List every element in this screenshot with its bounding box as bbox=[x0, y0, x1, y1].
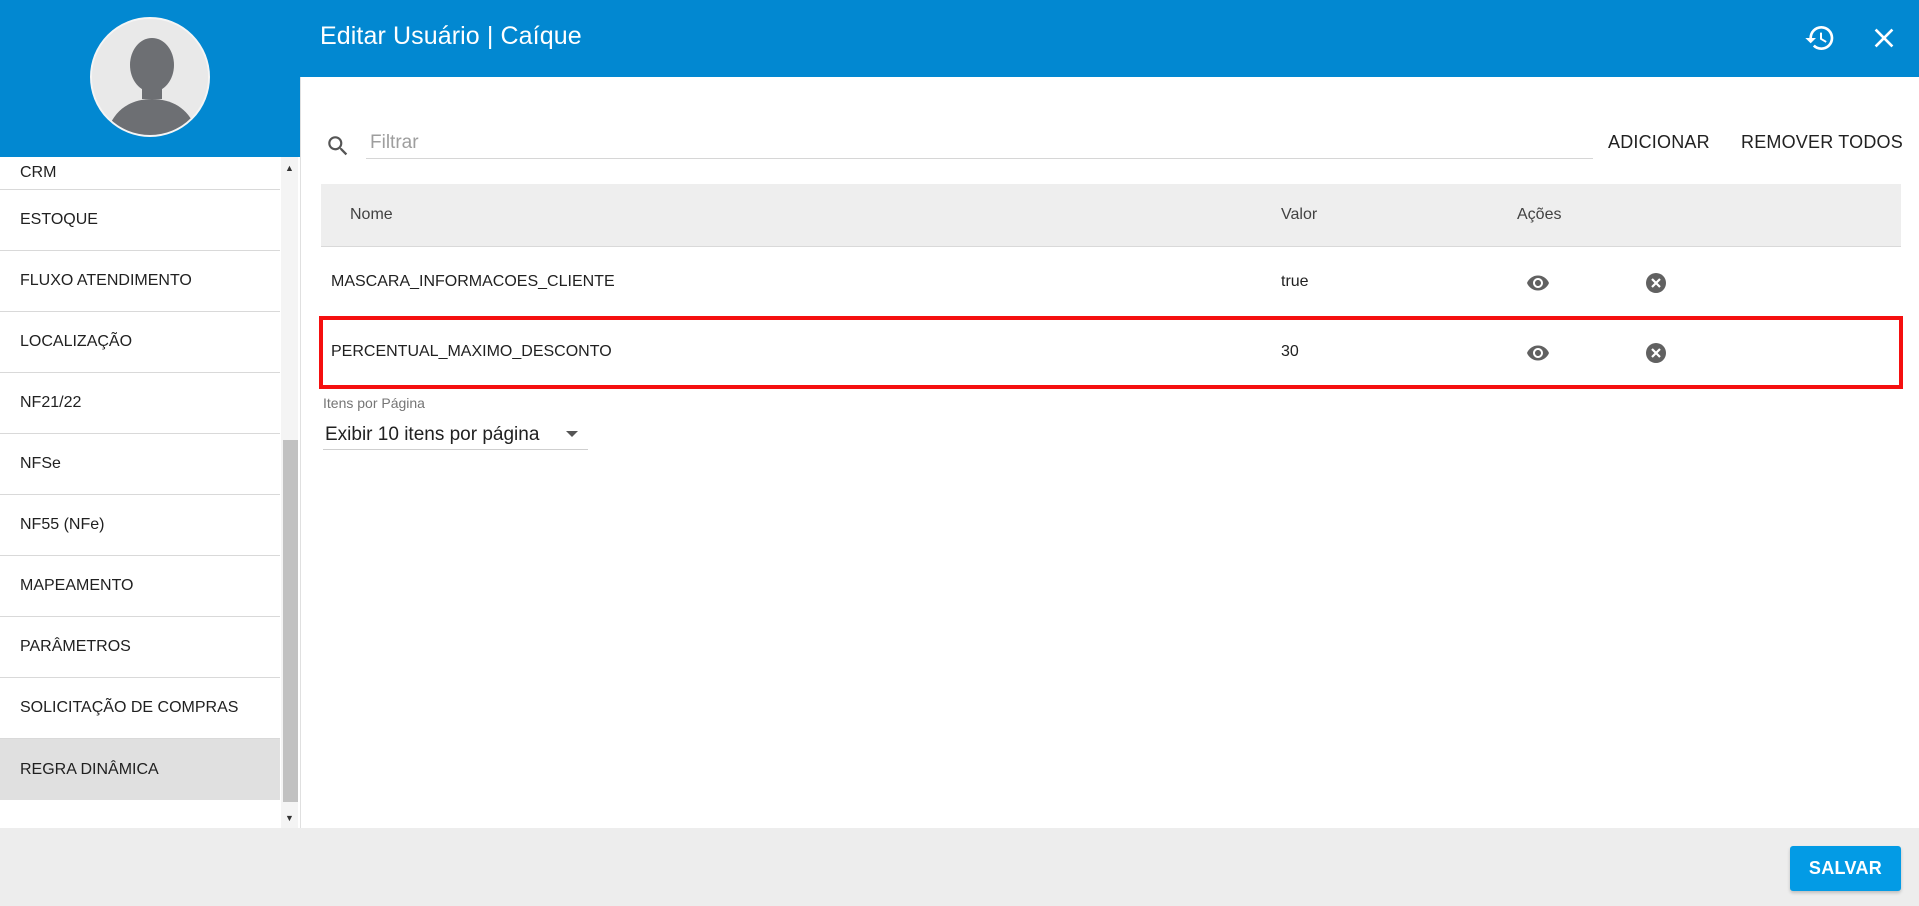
sidebar-item-regra-dinamica[interactable]: REGRA DINÂMICA bbox=[0, 739, 280, 800]
column-header-value[interactable]: Valor bbox=[1281, 206, 1317, 224]
remove-circle-icon[interactable] bbox=[1643, 271, 1669, 295]
sidebar-item-label: NF21/22 bbox=[20, 394, 82, 411]
sidebar-item-crm[interactable]: CRM bbox=[0, 157, 280, 190]
row-name: MASCARA_INFORMACOES_CLIENTE bbox=[331, 273, 615, 290]
sidebar-item-label: CRM bbox=[20, 164, 57, 181]
chevron-down-icon bbox=[566, 431, 578, 437]
eye-icon[interactable] bbox=[1525, 341, 1551, 365]
scroll-up-arrow-icon[interactable]: ▲ bbox=[281, 159, 298, 176]
table-row[interactable]: MASCARA_INFORMACOES_CLIENTE true bbox=[321, 247, 1901, 317]
sidebar-header bbox=[0, 0, 300, 157]
scroll-down-arrow-icon[interactable]: ▼ bbox=[281, 809, 298, 826]
sidebar-item-parametros[interactable]: PARÂMETROS bbox=[0, 617, 280, 678]
sidebar-item-localizacao[interactable]: LOCALIZAÇÃO bbox=[0, 312, 280, 373]
sidebar-item-label: REGRA DINÂMICA bbox=[20, 760, 159, 778]
table-header: Nome Valor Ações bbox=[321, 184, 1901, 247]
column-header-name[interactable]: Nome bbox=[350, 206, 393, 224]
table-row[interactable]: PERCENTUAL_MAXIMO_DESCONTO 30 bbox=[321, 317, 1901, 387]
items-per-page-value: Exibir 10 itens por página bbox=[325, 424, 540, 445]
sidebar-item-nf55[interactable]: NF55 (NFe) bbox=[0, 495, 280, 556]
column-header-actions: Ações bbox=[1517, 206, 1562, 223]
sidebar-item-label: ESTOQUE bbox=[20, 211, 98, 228]
close-icon[interactable] bbox=[1868, 22, 1900, 54]
user-avatar-icon[interactable] bbox=[90, 17, 210, 137]
rules-table: Nome Valor Ações MASCARA_INFORMACOES_CLI… bbox=[321, 184, 1901, 387]
save-button[interactable]: SALVAR bbox=[1790, 846, 1901, 891]
history-icon[interactable] bbox=[1804, 22, 1836, 54]
sidebar-item-nf21-22[interactable]: NF21/22 bbox=[0, 373, 280, 434]
sidebar-item-label: SOLICITAÇÃO DE COMPRAS bbox=[20, 699, 239, 716]
sidebar-list: CRM ESTOQUE FLUXO ATENDIMENTO LOCALIZAÇÃ… bbox=[0, 157, 280, 800]
sidebar-item-solicitacao-compras[interactable]: SOLICITAÇÃO DE COMPRAS bbox=[0, 678, 280, 739]
sidebar-item-label: NFSe bbox=[20, 455, 61, 472]
footer: SALVAR bbox=[0, 828, 1919, 906]
sidebar-item-fluxo-atendimento[interactable]: FLUXO ATENDIMENTO bbox=[0, 251, 280, 312]
sidebar: CRM ESTOQUE FLUXO ATENDIMENTO LOCALIZAÇÃ… bbox=[0, 157, 300, 828]
row-value: true bbox=[1281, 273, 1309, 290]
eye-icon[interactable] bbox=[1525, 271, 1551, 295]
main-content: ADICIONAR REMOVER TODOS Nome Valor Ações… bbox=[301, 77, 1919, 828]
items-per-page-label: Itens por Página bbox=[323, 395, 425, 411]
filter-input[interactable] bbox=[366, 127, 1593, 159]
sidebar-item-nfse[interactable]: NFSe bbox=[0, 434, 280, 495]
row-name: PERCENTUAL_MAXIMO_DESCONTO bbox=[331, 343, 612, 360]
items-per-page-select[interactable]: Exibir 10 itens por página bbox=[323, 417, 588, 450]
sidebar-scrollbar[interactable]: ▲ ▼ bbox=[281, 157, 298, 828]
sidebar-item-label: LOCALIZAÇÃO bbox=[20, 333, 133, 350]
search-icon bbox=[328, 136, 348, 156]
sidebar-item-label: FLUXO ATENDIMENTO bbox=[20, 272, 192, 289]
sidebar-item-mapeamento[interactable]: MAPEAMENTO bbox=[0, 556, 280, 617]
remove-all-button[interactable]: REMOVER TODOS bbox=[1741, 127, 1903, 157]
row-value: 30 bbox=[1281, 343, 1299, 360]
sidebar-item-label: MAPEAMENTO bbox=[20, 577, 134, 594]
sidebar-item-label: PARÂMETROS bbox=[20, 638, 131, 655]
scroll-thumb[interactable] bbox=[283, 440, 298, 802]
page-title: Editar Usuário | Caíque bbox=[320, 22, 582, 50]
sidebar-item-label: NF55 (NFe) bbox=[20, 516, 105, 533]
remove-circle-icon[interactable] bbox=[1643, 341, 1669, 365]
add-button[interactable]: ADICIONAR bbox=[1608, 127, 1710, 157]
sidebar-item-estoque[interactable]: ESTOQUE bbox=[0, 190, 280, 251]
